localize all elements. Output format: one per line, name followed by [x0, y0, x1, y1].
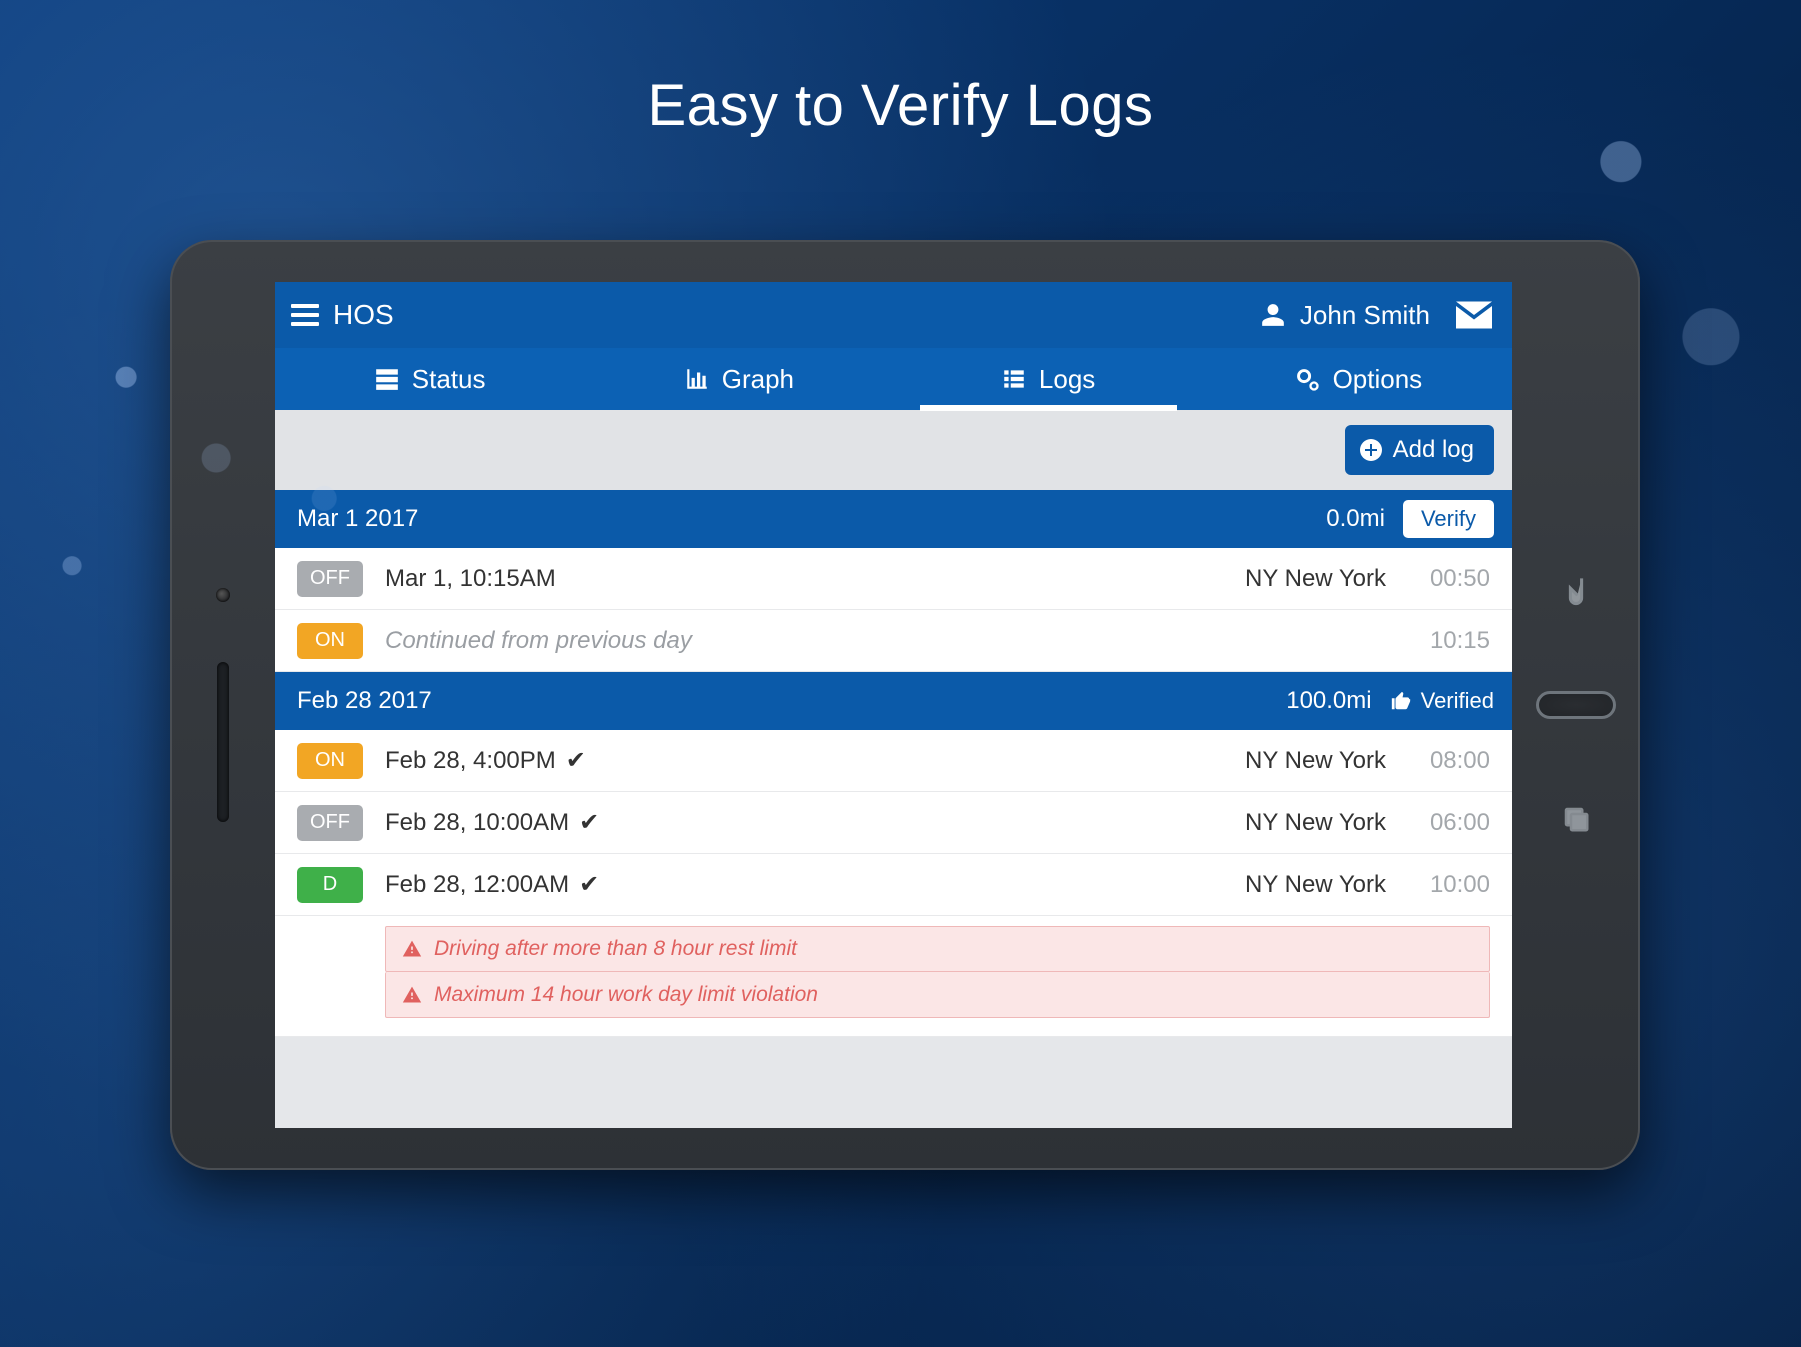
app-header: HOS John Smith	[275, 282, 1512, 348]
tab-logs[interactable]: Logs	[894, 348, 1203, 410]
check-icon: ✔	[566, 746, 586, 775]
add-log-label: Add log	[1393, 436, 1474, 464]
mail-icon	[1456, 301, 1492, 329]
check-icon: ✔	[579, 808, 599, 837]
user-icon	[1260, 302, 1286, 328]
tablet-back-button[interactable]	[1554, 569, 1598, 613]
mail-button[interactable]	[1456, 301, 1492, 329]
log-row[interactable]: ON Feb 28, 4:00PM ✔ NY New York 08:00	[275, 730, 1512, 792]
toolbar: Add log	[275, 410, 1512, 490]
log-group-miles: 100.0mi	[1286, 687, 1371, 715]
verify-button[interactable]: Verify	[1403, 500, 1494, 538]
log-time: Feb 28, 4:00PM	[385, 747, 556, 775]
user-badge[interactable]: John Smith	[1260, 300, 1430, 331]
tab-status-label: Status	[412, 364, 486, 395]
tablet-bezel-right	[1512, 240, 1640, 1170]
tablet-home-button[interactable]	[1536, 691, 1616, 719]
app-screen: HOS John Smith Status Graph	[275, 282, 1512, 1128]
tablet-bezel-left	[170, 240, 275, 1170]
log-group-header[interactable]: Mar 1 2017 0.0mi Verify	[275, 490, 1512, 548]
promo-stage: Easy to Verify Logs HOS John Smith	[0, 0, 1801, 1347]
bar-chart-icon	[684, 366, 710, 392]
log-time: Feb 28, 12:00AM	[385, 871, 569, 899]
server-icon	[374, 366, 400, 392]
windows-icon	[1561, 804, 1591, 834]
status-badge-off: OFF	[297, 805, 363, 841]
check-icon: ✔	[579, 870, 599, 899]
app-title: HOS	[333, 299, 394, 331]
tab-options[interactable]: Options	[1203, 348, 1512, 410]
log-group-header[interactable]: Feb 28 2017 100.0mi Verified	[275, 672, 1512, 730]
violation-item: Maximum 14 hour work day limit violation	[385, 972, 1490, 1018]
log-group-date: Mar 1 2017	[297, 505, 418, 533]
log-group-date: Feb 28 2017	[297, 687, 432, 715]
violation-item: Driving after more than 8 hour rest limi…	[385, 926, 1490, 972]
thumbs-up-icon	[1390, 690, 1412, 712]
violations-box: Driving after more than 8 hour rest limi…	[275, 916, 1512, 1037]
log-location: NY New York	[1245, 809, 1386, 837]
tab-logs-label: Logs	[1039, 364, 1095, 395]
back-arrow-icon	[1562, 574, 1590, 608]
log-row[interactable]: D Feb 28, 12:00AM ✔ NY New York 10:00	[275, 854, 1512, 916]
gears-icon	[1293, 365, 1321, 393]
list-icon	[1001, 366, 1027, 392]
log-location: NY New York	[1245, 747, 1386, 775]
tablet-speaker	[217, 662, 229, 822]
status-badge-d: D	[297, 867, 363, 903]
log-duration: 06:00	[1416, 809, 1490, 837]
log-row[interactable]: ON Continued from previous day 10:15	[275, 610, 1512, 672]
warning-icon	[402, 939, 422, 959]
log-duration: 08:00	[1416, 747, 1490, 775]
log-row[interactable]: OFF Mar 1, 10:15AM NY New York 00:50	[275, 548, 1512, 610]
log-time: Continued from previous day	[385, 627, 692, 655]
tablet-frame: HOS John Smith Status Graph	[170, 240, 1640, 1170]
plus-circle-icon	[1359, 438, 1383, 462]
hero-title: Easy to Verify Logs	[0, 72, 1801, 139]
log-time: Mar 1, 10:15AM	[385, 565, 556, 593]
tablet-recents-button[interactable]	[1554, 797, 1598, 841]
warning-icon	[402, 985, 422, 1005]
user-name: John Smith	[1300, 300, 1430, 331]
log-location: NY New York	[1245, 871, 1386, 899]
status-badge-on: ON	[297, 623, 363, 659]
log-group-miles: 0.0mi	[1326, 505, 1385, 533]
tab-options-label: Options	[1333, 364, 1423, 395]
tablet-camera	[216, 588, 230, 602]
status-badge-off: OFF	[297, 561, 363, 597]
tab-graph[interactable]: Graph	[584, 348, 893, 410]
log-duration: 10:00	[1416, 871, 1490, 899]
tab-graph-label: Graph	[722, 364, 794, 395]
log-location: NY New York	[1245, 565, 1386, 593]
log-time: Feb 28, 10:00AM	[385, 809, 569, 837]
menu-icon[interactable]	[291, 304, 319, 326]
verified-label: Verified	[1390, 688, 1494, 714]
tabs: Status Graph Logs Options	[275, 348, 1512, 410]
tab-status[interactable]: Status	[275, 348, 584, 410]
status-badge-on: ON	[297, 743, 363, 779]
add-log-button[interactable]: Add log	[1345, 425, 1494, 475]
log-duration: 00:50	[1416, 565, 1490, 593]
log-duration: 10:15	[1416, 627, 1490, 655]
log-row[interactable]: OFF Feb 28, 10:00AM ✔ NY New York 06:00	[275, 792, 1512, 854]
